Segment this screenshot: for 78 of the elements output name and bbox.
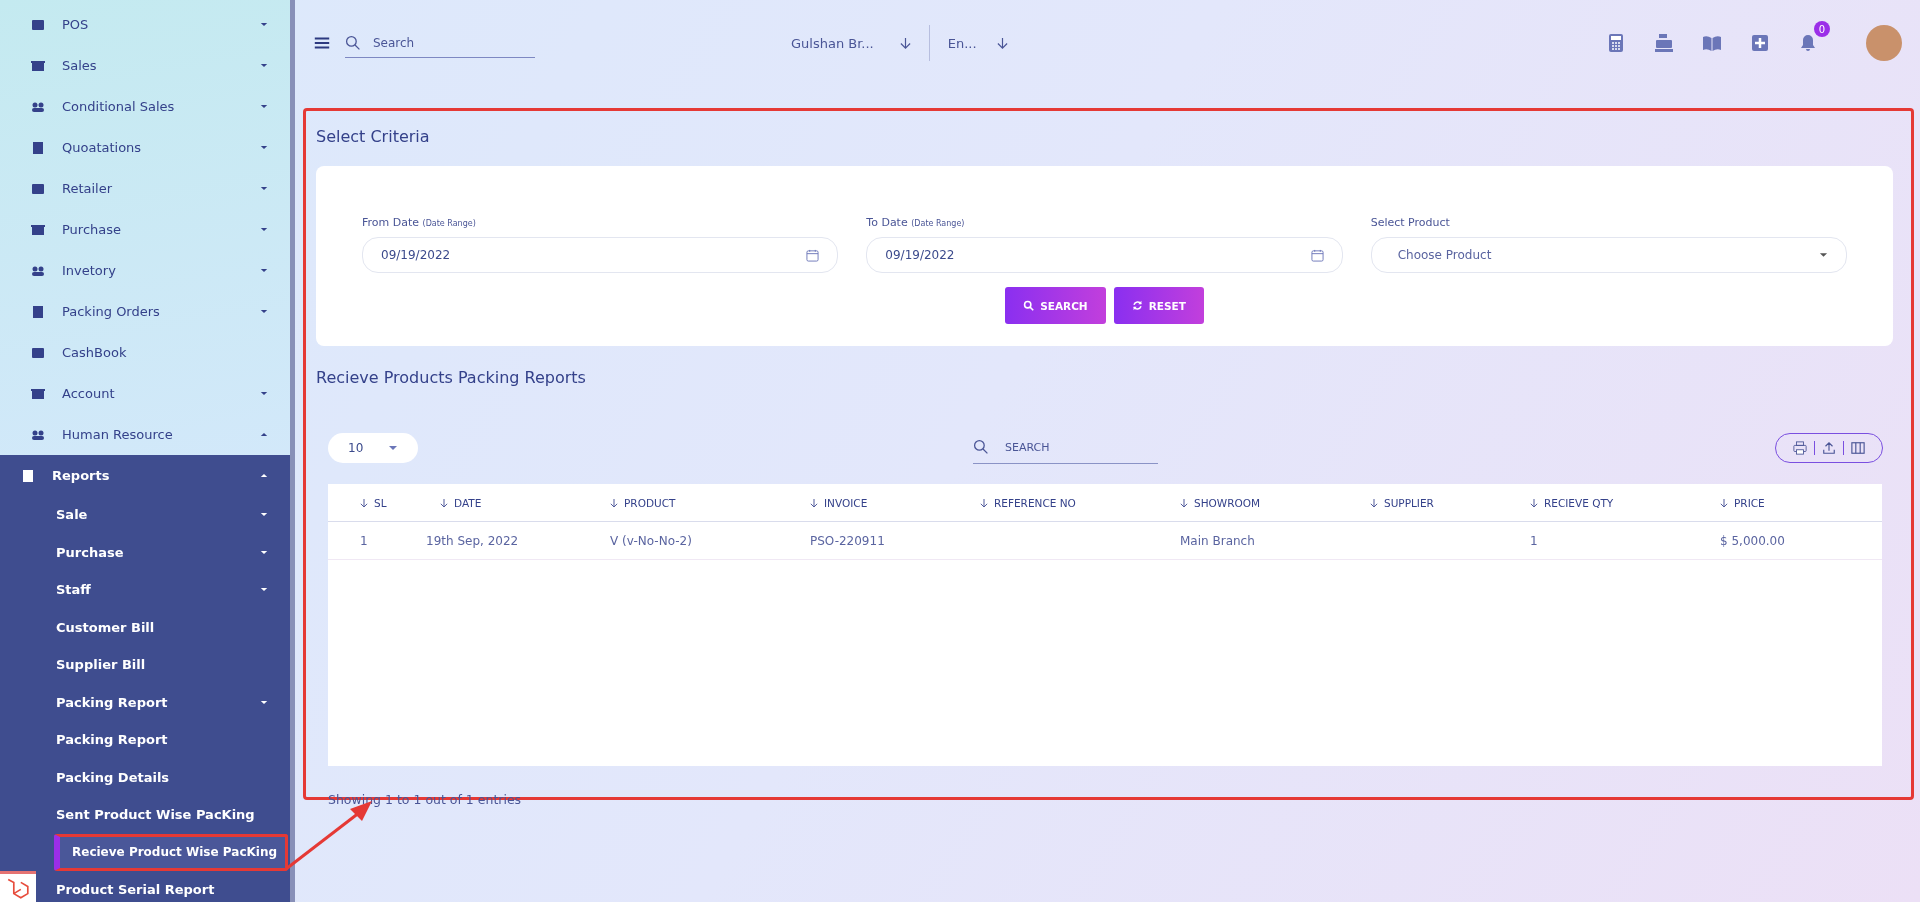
column-header[interactable]: INVOICE xyxy=(824,496,868,509)
column-header[interactable]: SHOWROOM xyxy=(1194,496,1261,509)
column-header[interactable]: PRODUCT xyxy=(624,496,676,509)
logo-icon xyxy=(0,871,36,902)
date-field[interactable]: 09/19/2022 xyxy=(866,237,1343,273)
column-header[interactable]: REFERENCE NO xyxy=(994,496,1076,509)
sort-arrow-icon[interactable] xyxy=(1370,497,1378,508)
sort-arrow-icon[interactable] xyxy=(360,497,368,508)
submenu-item[interactable]: Packing Details xyxy=(46,758,290,796)
field-label: Select Product xyxy=(1370,216,1451,229)
column-header[interactable]: SL xyxy=(374,496,387,509)
section-title: Select Criteria xyxy=(316,127,431,146)
page-size-dropdown[interactable]: 10 xyxy=(328,432,418,463)
column-header[interactable]: SUPPLIER xyxy=(1384,496,1434,509)
product-dropdown[interactable]: Choose Product xyxy=(1370,237,1847,273)
submenu-item[interactable]: Recieve Product Wise PacKing xyxy=(54,833,288,871)
section-title: Recieve Products Packing Reports xyxy=(316,368,587,387)
search-button[interactable]: SEARCH xyxy=(1005,287,1106,324)
sort-arrow-icon[interactable] xyxy=(1720,497,1728,508)
sidebar-item[interactable]: Invetory xyxy=(0,250,290,291)
sidebar-item[interactable]: Quoatations xyxy=(0,127,290,168)
table-cell: $ 5,000.00 xyxy=(1720,533,1785,548)
submenu-item[interactable]: Packing Report xyxy=(46,683,290,721)
sidebar-item[interactable]: Human Resource xyxy=(0,414,290,455)
submenu-item[interactable]: Packing Report xyxy=(46,721,290,759)
field-label: To Date (Date Range) xyxy=(866,216,966,229)
sidebar-item[interactable]: Packing Orders xyxy=(0,291,290,332)
language-dropdown[interactable]: En... xyxy=(947,35,1008,51)
sort-arrow-icon[interactable] xyxy=(1180,497,1188,508)
cash-register-icon[interactable] xyxy=(1654,33,1674,53)
submenu-item[interactable]: Sent Product Wise PacKing xyxy=(46,796,290,834)
calendar-icon xyxy=(806,248,820,262)
submenu-item[interactable]: Product Serial Report xyxy=(46,870,290,902)
sort-arrow-icon[interactable] xyxy=(440,497,448,508)
submenu-item[interactable]: Purchase xyxy=(46,533,290,571)
sidebar-item[interactable]: Retailer xyxy=(0,168,290,209)
reset-button[interactable]: RESET xyxy=(1113,287,1204,324)
sort-arrow-icon[interactable] xyxy=(1530,497,1538,508)
submenu-item[interactable]: Sale xyxy=(46,496,290,534)
sidebar-item[interactable]: POS xyxy=(0,4,290,45)
table-cell: Main Branch xyxy=(1180,533,1255,548)
submenu-item[interactable]: Customer Bill xyxy=(46,608,290,646)
plus-square-icon[interactable] xyxy=(1750,33,1770,53)
search-icon xyxy=(973,439,989,455)
calendar-icon xyxy=(1310,248,1324,262)
sidebar-item[interactable]: Reports xyxy=(0,455,290,496)
arrow-down-icon xyxy=(899,36,911,50)
table-cell: 19th Sep, 2022 xyxy=(426,533,519,548)
caret-icon xyxy=(388,444,398,451)
column-header[interactable]: PRICE xyxy=(1734,496,1765,509)
bell-icon[interactable] xyxy=(1798,33,1818,53)
refresh-icon xyxy=(1131,300,1143,311)
branch-dropdown[interactable]: Gulshan Br... xyxy=(791,35,911,51)
sort-arrow-icon[interactable] xyxy=(610,497,618,508)
search-field[interactable]: Search xyxy=(371,34,535,51)
submenu-item[interactable]: Supplier Bill xyxy=(46,646,290,684)
notification-badge: 0 xyxy=(1814,21,1830,37)
sidebar-item[interactable]: Conditional Sales xyxy=(0,86,290,127)
search-icon xyxy=(1023,300,1035,311)
date-field[interactable]: 09/19/2022 xyxy=(362,237,839,273)
sort-arrow-icon[interactable] xyxy=(810,497,818,508)
submenu-item[interactable]: Staff xyxy=(46,571,290,609)
table-cell: 1 xyxy=(1530,533,1538,548)
sidebar-item[interactable]: Purchase xyxy=(0,209,290,250)
table-cell: V (v-No-No-2) xyxy=(610,533,692,548)
arrow-down-icon xyxy=(996,36,1008,50)
caret-icon xyxy=(1819,252,1828,258)
table-cell: 1 xyxy=(360,533,368,548)
table-search-field[interactable]: SEARCH xyxy=(1003,439,1158,455)
table-cell: PSO-220911 xyxy=(810,533,885,548)
column-header[interactable]: RECIEVE QTY xyxy=(1544,496,1614,509)
sort-arrow-icon[interactable] xyxy=(980,497,988,508)
sidebar-item[interactable]: Sales xyxy=(0,45,290,86)
field-label: From Date (Date Range) xyxy=(362,216,477,229)
search-icon xyxy=(345,34,361,51)
column-header[interactable]: DATE xyxy=(454,496,482,509)
sidebar-item[interactable]: CashBook xyxy=(0,332,290,373)
sidebar-item[interactable]: Account xyxy=(0,373,290,414)
